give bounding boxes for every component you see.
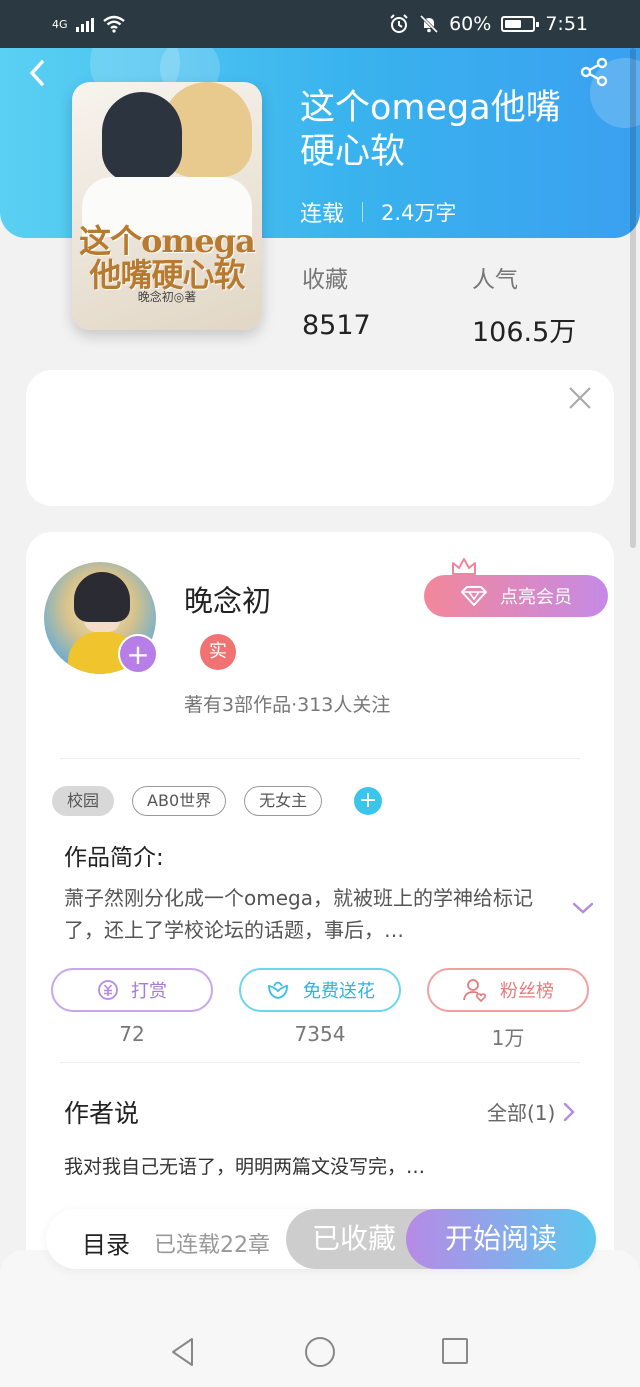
book-cover[interactable]: 这个omega 他嘴硬心软 晚念初◎著 [72, 82, 262, 330]
book-meta: 连载 2.4万字 [300, 196, 456, 228]
status-bar: 4G 60% 7:51 [0, 0, 640, 48]
toc-button[interactable]: 目录 [82, 1225, 130, 1260]
nav-home-icon[interactable] [305, 1337, 335, 1367]
network-type: 4G [52, 17, 68, 31]
send-flower-button[interactable]: 免费送花 [239, 968, 401, 1012]
cover-title-line: 他嘴硬心软 [89, 256, 245, 294]
cover-title-line: 这个omega [79, 222, 256, 260]
scrollbar[interactable] [630, 48, 636, 548]
author-name[interactable]: 晚念初 [184, 578, 271, 620]
fan-count: 1万 [491, 1026, 525, 1050]
nav-recent-apps-icon[interactable] [442, 1338, 468, 1364]
divider [362, 202, 364, 222]
author-says-text[interactable]: 我对我自己无语了，明明两篇文没写完，… [64, 1152, 425, 1179]
cover-title: 这个omega 他嘴硬心软 [72, 224, 262, 292]
ad-card [26, 370, 614, 506]
tag[interactable]: 无女主 [244, 786, 323, 816]
book-title: 这个omega他嘴硬心软 [300, 88, 561, 172]
tag-list: 校园 AB0世界 无女主 + [52, 786, 383, 816]
fan-icon [463, 979, 487, 1003]
book-status: 连载 [300, 202, 345, 227]
signal-icon [75, 16, 94, 32]
share-icon [580, 57, 608, 87]
stat-value: 106.5万 [472, 317, 577, 348]
cover-art [102, 92, 182, 182]
chevron-down-icon [572, 902, 594, 914]
close-ad-button[interactable] [566, 384, 594, 412]
word-count: 2.4万字 [381, 201, 457, 225]
flower-count: 7354 [294, 1022, 346, 1046]
nav-back-icon[interactable] [168, 1336, 198, 1368]
expand-intro-button[interactable] [570, 898, 596, 918]
author-says-all-button[interactable]: 全部(1) [487, 1097, 576, 1126]
mute-icon [420, 14, 439, 34]
stat-favorites: 收藏 8517 [302, 260, 371, 341]
chevron-left-icon [30, 60, 44, 86]
author-says-title: 作者说 [64, 1099, 140, 1128]
vip-button-label: 点亮会员 [500, 587, 572, 608]
close-icon [569, 387, 591, 409]
back-button[interactable] [20, 56, 54, 90]
status-right: 60% 7:51 [389, 13, 588, 35]
share-button[interactable] [578, 56, 618, 90]
stat-popularity: 人气 106.5万 [472, 260, 576, 349]
fan-ranking-label: 粉丝榜 [500, 981, 554, 1002]
stat-label: 人气 [472, 267, 518, 293]
coin-icon [98, 980, 118, 1000]
wifi-icon [102, 15, 125, 33]
add-tag-button[interactable]: + [354, 787, 383, 815]
divider [60, 1062, 580, 1063]
flower-icon [268, 981, 288, 999]
send-flower-label: 免费送花 [303, 981, 375, 1002]
tag[interactable]: 校园 [52, 786, 115, 816]
tag[interactable]: AB0世界 [132, 786, 227, 816]
start-reading-button[interactable]: 开始阅读 [406, 1209, 596, 1269]
chapter-count[interactable]: 已连载22章 [154, 1227, 270, 1259]
follow-author-button[interactable]: + [118, 634, 158, 674]
author-says-all-label: 全部(1) [487, 1101, 556, 1125]
stat-label: 收藏 [302, 267, 348, 293]
vip-button[interactable]: 点亮会员 [424, 575, 608, 617]
fan-ranking-button[interactable]: 粉丝榜 [427, 968, 589, 1012]
intro-title: 作品简介: [64, 845, 164, 871]
alarm-icon [390, 14, 408, 33]
tip-button[interactable]: 打赏 [51, 968, 213, 1012]
stat-value: 8517 [302, 310, 371, 341]
diamond-icon [461, 586, 487, 606]
cover-author: 晚念初◎著 [137, 290, 197, 304]
verified-badge: 实 [200, 634, 236, 670]
tip-label: 打赏 [131, 981, 167, 1002]
author-stats: 著有3部作品·313人关注 [184, 694, 391, 716]
battery-percent: 60% [449, 13, 492, 35]
intro-text[interactable]: 萧子然刚分化成一个omega，就被班上的学神给标记了，还上了学校论坛的话题，事后… [64, 882, 554, 946]
battery-icon [501, 16, 540, 32]
chevron-right-icon [564, 1102, 576, 1121]
divider [60, 758, 580, 759]
status-left: 4G [52, 15, 126, 33]
clock: 7:51 [545, 13, 588, 35]
tip-count: 72 [119, 1022, 145, 1046]
